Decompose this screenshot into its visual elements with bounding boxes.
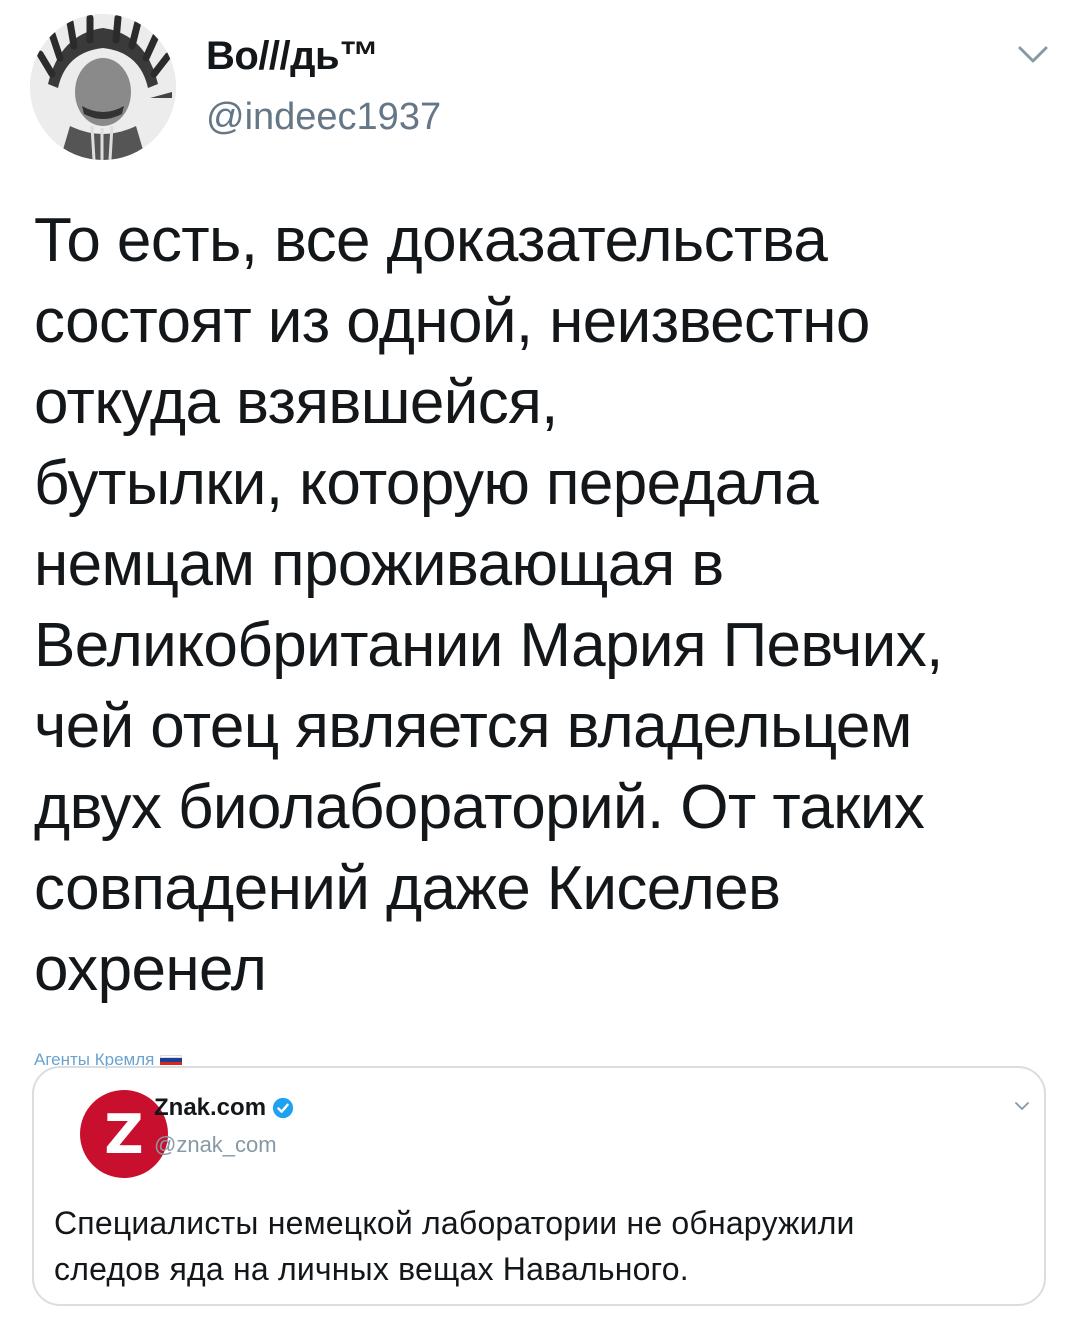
tweet-text-line: состоят из одной, неизвестно	[34, 287, 870, 356]
chevron-down-icon[interactable]	[1016, 42, 1050, 66]
quoted-author-name-row[interactable]: Znak.com	[154, 1094, 294, 1122]
quoted-text-line: следов яда на личных вещах Навального.	[54, 1251, 689, 1287]
tweet-text-line: чей отец является владельцем	[34, 692, 912, 761]
tweet-text-line: совпадений даже Киселев	[34, 854, 781, 923]
verified-badge-icon	[272, 1097, 294, 1119]
tweet-text-line: бутылки, которую передала	[34, 449, 819, 518]
tweet-text-line: охренел	[34, 935, 267, 1004]
chevron-down-icon[interactable]	[1014, 1100, 1030, 1112]
quoted-tweet-text: Специалисты немецкой лаборатории не обна…	[54, 1200, 1044, 1292]
author-handle[interactable]: @indeec1937	[206, 96, 441, 139]
quoted-author-handle[interactable]: @znak_com	[154, 1132, 277, 1158]
author-avatar[interactable]	[30, 14, 176, 160]
tweet-text-line: немцам проживающая в	[34, 530, 724, 599]
tweet-text-line: То есть, все доказательства	[34, 206, 828, 275]
author-display-name[interactable]: Во///дь™	[206, 34, 379, 79]
quoted-author-display-name[interactable]: Znak.com	[154, 1094, 266, 1122]
tweet-text-line: откуда взявшейся,	[34, 368, 558, 437]
portrait-with-headdress-icon	[30, 14, 176, 160]
quoted-tweet-card[interactable]: Z Znak.com @znak_com Специалисты немецко…	[32, 1066, 1046, 1306]
russian-flag-icon	[160, 1055, 183, 1065]
tweet-text-line: Великобритании Мария Певчих,	[34, 611, 943, 680]
tweet-text: То есть, все доказательства состоят из о…	[34, 200, 1054, 1010]
quoted-text-line: Специалисты немецкой лаборатории не обна…	[54, 1205, 855, 1241]
tweet-text-line: двух биолабораторий. От таких	[34, 773, 925, 842]
